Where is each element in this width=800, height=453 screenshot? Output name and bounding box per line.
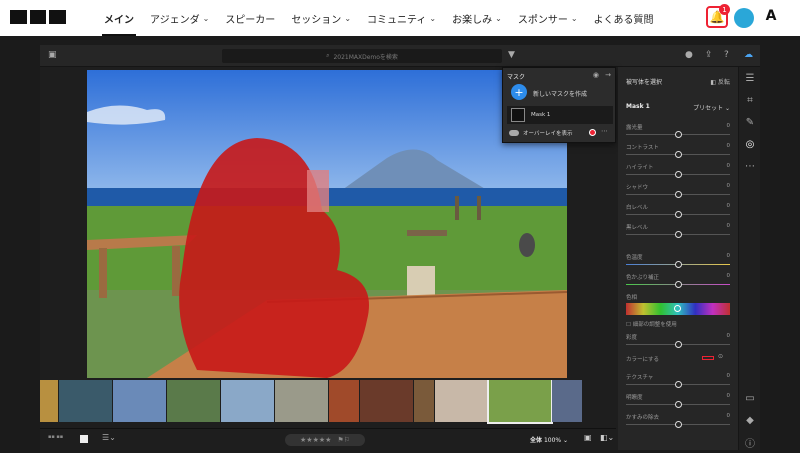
- filter-icon[interactable]: ▼: [508, 50, 515, 60]
- healing-brush-icon[interactable]: ✎: [739, 111, 761, 133]
- notification-bell-icon[interactable]: 🔔 1: [706, 4, 730, 28]
- slider-exposure[interactable]: 露光量 0: [626, 123, 730, 139]
- thumbnail-selected[interactable]: [487, 380, 553, 424]
- edit-sliders-icon[interactable]: ☰: [739, 67, 761, 89]
- slider-texture[interactable]: テクスチャ 0: [626, 373, 730, 389]
- nav-item-faq[interactable]: よくある質問: [586, 0, 662, 36]
- thumbnail[interactable]: [552, 380, 582, 422]
- preset-dropdown[interactable]: プリセット ⌄: [693, 103, 730, 112]
- invert-button[interactable]: ◧ 反転: [710, 77, 730, 86]
- thumbnail[interactable]: [40, 380, 58, 422]
- thumbnail[interactable]: [329, 380, 359, 422]
- avatar[interactable]: [734, 8, 754, 28]
- cloud-icon[interactable]: ☁: [744, 50, 753, 60]
- add-mask-icon[interactable]: +: [511, 84, 527, 100]
- invert-icon: ◧: [710, 79, 718, 86]
- share-icon[interactable]: ⇪: [705, 50, 713, 60]
- main-nav: メイン アジェンダ ⌄ スピーカー セッション ⌄ コミュニティ ⌄ お楽しみ ⌄ スポ…: [96, 0, 662, 36]
- hue-bar[interactable]: [626, 303, 730, 315]
- more-tools-icon[interactable]: ⋯: [739, 155, 761, 177]
- notification-badge: 1: [719, 4, 730, 15]
- thumbnail[interactable]: [275, 380, 328, 422]
- chevron-down-icon: ⌄: [429, 13, 437, 23]
- eye-icon[interactable]: ◉: [593, 71, 599, 79]
- mask-tool-icon[interactable]: ◎: [739, 133, 761, 155]
- nav-item-agenda[interactable]: アジェンダ ⌄: [142, 0, 217, 36]
- color-swatch[interactable]: [702, 356, 714, 360]
- filmstrip: [40, 380, 616, 427]
- create-mask-button[interactable]: 新しいマスクを作成: [533, 89, 587, 98]
- search-icon: ⌕: [326, 52, 330, 59]
- chevron-down-icon: ⌄: [202, 13, 210, 23]
- slider-clarity[interactable]: 明瞭度 0: [626, 393, 730, 409]
- slider-saturation[interactable]: 彩度 0: [626, 333, 730, 349]
- thumbnail[interactable]: [59, 380, 112, 422]
- panel-title: 被写体を選択: [626, 79, 663, 86]
- flag-icon: ⚑⚐: [337, 436, 350, 444]
- nav-item-community[interactable]: コミュニティ ⌄: [359, 0, 444, 36]
- mask-popover: マスク ◉ → + 新しいマスクを作成 Mask 1 オーバーレイを表示 ⋯: [502, 67, 616, 143]
- overlay-toggle[interactable]: [509, 130, 519, 136]
- bell-icon[interactable]: ●: [685, 50, 693, 60]
- slider-whites[interactable]: 白レベル 0: [626, 203, 730, 219]
- chevron-down-icon: ⌄: [344, 13, 352, 23]
- color-label: カラーにする: [626, 357, 660, 363]
- nav-item-speakers[interactable]: スピーカー: [217, 0, 283, 36]
- thumbnail[interactable]: [113, 380, 166, 422]
- slider-shadows[interactable]: シャドウ 0: [626, 183, 730, 199]
- star-rating[interactable]: ★★★★★ ⚑⚐: [285, 434, 365, 446]
- bottom-toolbar: ▪▪ ▪▪ ☰⌄ ★★★★★ ⚑⚐ 全体 100% ⌄ ▣ ◧⌄: [40, 428, 616, 450]
- mask-list-item[interactable]: Mask 1: [507, 106, 613, 124]
- edited-photo[interactable]: [87, 70, 567, 378]
- nav-item-fun[interactable]: お楽しみ ⌄: [444, 0, 510, 36]
- thumbnail[interactable]: [167, 380, 220, 422]
- app-toolbar: ▣ ⌕ 2021MAXDemoを検索 ▼ ● ⇪ ? ☁: [40, 45, 760, 67]
- close-icon[interactable]: →: [605, 71, 611, 79]
- photo-info: ▪▪ ▪▪: [48, 434, 64, 440]
- before-after-icon[interactable]: ◧⌄: [600, 433, 614, 442]
- color-toggle-icon[interactable]: ⊙: [718, 353, 723, 360]
- lightroom-app: ▣ ⌕ 2021MAXDemoを検索 ▼ ● ⇪ ? ☁ マスク ◉ → + 新…: [40, 45, 760, 450]
- more-icon[interactable]: ⋯: [601, 127, 608, 135]
- overlay-color-swatch[interactable]: [589, 129, 596, 136]
- single-view-icon[interactable]: [80, 435, 88, 443]
- site-header: メイン アジェンダ ⌄ スピーカー セッション ⌄ コミュニティ ⌄ お楽しみ ⌄ スポ…: [0, 0, 800, 36]
- adjust-panel: 被写体を選択 ◧ 反転 Mask 1 プリセット ⌄ 露光量 0 コントラスト 0 …: [618, 67, 738, 450]
- slider-contrast[interactable]: コントラスト 0: [626, 143, 730, 159]
- nav-item-main[interactable]: メイン: [96, 0, 142, 36]
- comment-icon[interactable]: ▭: [739, 387, 761, 409]
- tag-icon[interactable]: ◆: [739, 409, 761, 431]
- search-input[interactable]: ⌕ 2021MAXDemoを検索: [222, 49, 502, 63]
- slider-dehaze[interactable]: かすみの除去 0: [626, 413, 730, 429]
- thumbnail[interactable]: [414, 380, 434, 422]
- chevron-down-icon: ⌄: [495, 13, 502, 23]
- nav-item-sessions[interactable]: セッション ⌄: [283, 0, 359, 36]
- photo-image: [87, 70, 567, 378]
- sort-icon[interactable]: ☰⌄: [102, 433, 116, 442]
- nav-item-sponsors[interactable]: スポンサー ⌄: [510, 0, 586, 36]
- mask-popover-title: マスク: [507, 74, 526, 81]
- chevron-down-icon: ⌄: [570, 13, 578, 23]
- crop-icon[interactable]: ⌗: [739, 89, 761, 111]
- zoom-fit-button[interactable]: 全体 100% ⌄: [530, 435, 568, 444]
- mask-name: Mask 1: [626, 103, 650, 110]
- max-logo[interactable]: [10, 10, 67, 24]
- help-icon[interactable]: ?: [724, 50, 729, 60]
- slider-temperature[interactable]: 色温度 0: [626, 253, 730, 269]
- fine-adjust-checkbox[interactable]: ☐ 細部の調整を使用: [626, 320, 677, 328]
- panel-toggle-icon[interactable]: ▣: [48, 50, 57, 60]
- compare-icon[interactable]: ▣: [584, 433, 592, 442]
- adobe-logo[interactable]: A: [762, 8, 780, 26]
- thumbnail[interactable]: [360, 380, 413, 422]
- slider-highlights[interactable]: ハイライト 0: [626, 163, 730, 179]
- slider-blacks[interactable]: 黒レベル 0: [626, 223, 730, 239]
- slider-tint[interactable]: 色かぶり補正 0: [626, 273, 730, 289]
- thumbnail[interactable]: [221, 380, 274, 422]
- thumbnail[interactable]: [435, 380, 488, 422]
- hue-label: 色相: [626, 295, 638, 301]
- tool-rail: ☰ ⌗ ✎ ◎ ⋯ ▭ ◆ ⓘ: [738, 67, 760, 450]
- mask-thumbnail: [511, 108, 525, 122]
